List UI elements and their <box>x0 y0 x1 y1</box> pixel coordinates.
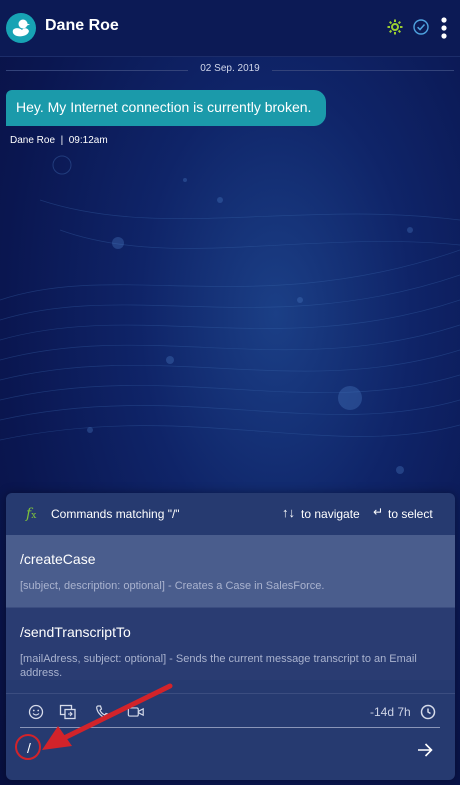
command-item-sendtranscriptto[interactable]: /sendTranscriptTo [mailAdress, subject: … <box>6 607 455 680</box>
gear-icon[interactable] <box>386 18 404 36</box>
annotation-arrow-icon <box>42 683 173 750</box>
command-item-createcase[interactable]: /createCase [subject, description: optio… <box>6 535 455 607</box>
check-circle-icon[interactable] <box>412 18 430 36</box>
commands-title: Commands matching "/" <box>51 507 180 521</box>
commands-header: fx Commands matching "/" ↑↓ to navigate … <box>6 493 455 533</box>
command-description: [mailAdress, subject: optional] - Sends … <box>20 653 417 679</box>
divider-line <box>6 70 188 71</box>
divider-line <box>272 70 454 71</box>
function-icon: fx <box>26 506 37 522</box>
message-meta: Dane Roe | 09:12am <box>10 135 108 146</box>
send-arrow-icon[interactable] <box>416 741 434 759</box>
session-timer: -14d 7h <box>370 705 411 719</box>
clock-icon[interactable] <box>420 704 436 720</box>
select-hint: to select <box>388 507 433 521</box>
enter-key-icon: ↵ <box>373 505 384 519</box>
date-divider: 02 Sep. 2019 <box>0 62 460 78</box>
conversation-date: 02 Sep. 2019 <box>200 63 260 74</box>
message-bubble: Hey. My Internet connection is currently… <box>6 90 326 126</box>
up-down-arrows-icon: ↑↓ <box>282 505 295 520</box>
command-description: [subject, description: optional] - Creat… <box>20 580 325 592</box>
command-name: /sendTranscriptTo <box>20 624 131 640</box>
more-vertical-icon[interactable] <box>440 16 448 40</box>
duck-icon <box>12 19 30 37</box>
avatar[interactable] <box>6 13 36 43</box>
navigate-hint: to navigate <box>301 507 360 521</box>
command-name: /createCase <box>20 551 96 567</box>
chat-header: Dane Roe <box>0 0 460 57</box>
contact-name: Dane Roe <box>45 17 119 34</box>
